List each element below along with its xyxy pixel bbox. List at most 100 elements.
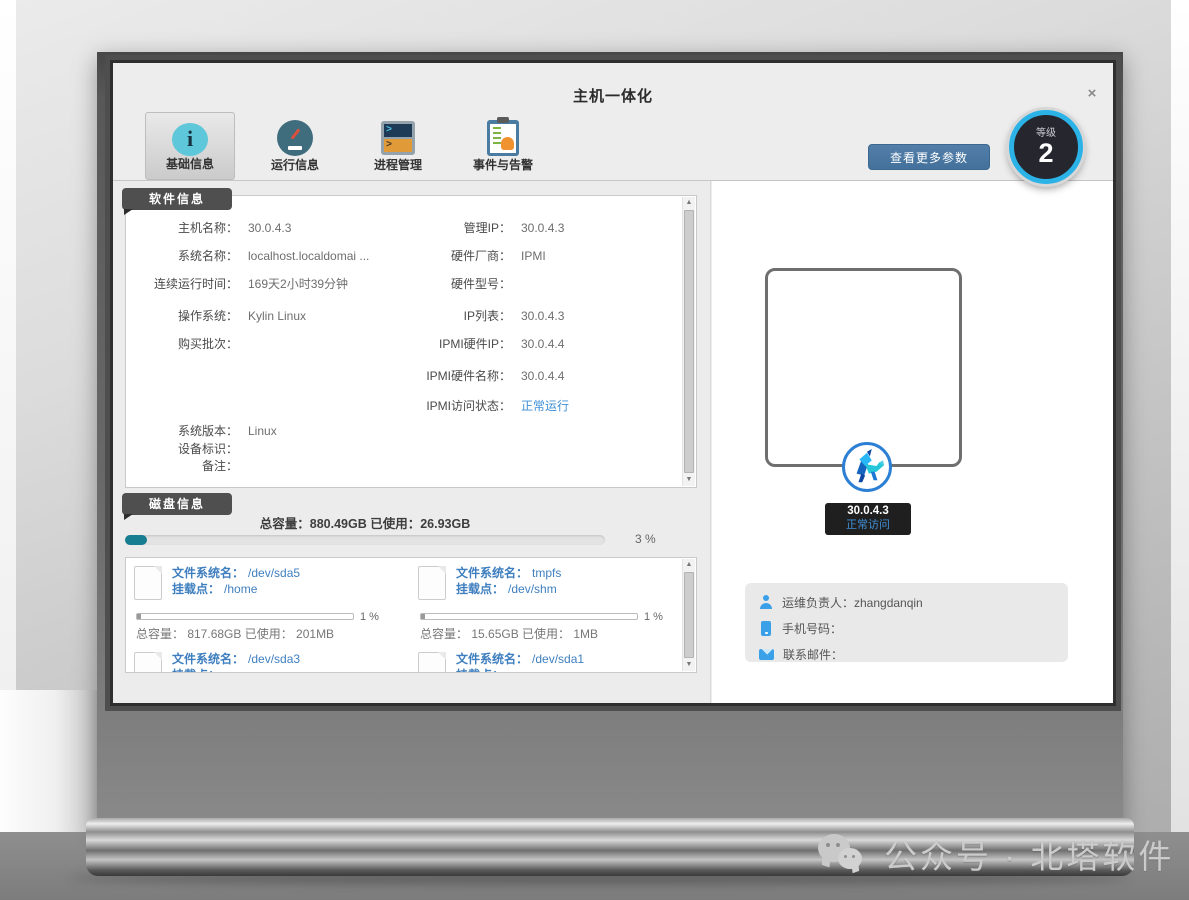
fs-value: tmpfs bbox=[532, 566, 561, 580]
device-ip: 30.0.4.3 bbox=[825, 503, 911, 519]
field-label: 系统名称： bbox=[130, 248, 238, 264]
field-label: 主机名称： bbox=[130, 220, 238, 236]
file-icon bbox=[418, 566, 446, 600]
mail-icon bbox=[759, 649, 774, 660]
tab-label: 事件与告警 bbox=[458, 156, 548, 173]
wall-strip-right bbox=[1171, 0, 1189, 835]
level-badge-label: 等级 bbox=[1036, 128, 1056, 139]
field-row: 系统名称： localhost.localdomai ... bbox=[130, 248, 369, 264]
field-row: 备注： bbox=[130, 458, 248, 474]
gauge-icon bbox=[277, 120, 313, 156]
field-label: 系统版本： bbox=[130, 423, 238, 439]
fs-label: 文件系统名： bbox=[456, 652, 528, 666]
contact-row: 联系邮件： bbox=[759, 644, 1054, 664]
field-label: 设备标识： bbox=[130, 441, 238, 457]
tab-events-alarms[interactable]: 事件与告警 bbox=[458, 112, 548, 180]
field-row: 系统版本： Linux bbox=[130, 423, 277, 439]
field-label: IP列表： bbox=[376, 308, 511, 324]
contact-owner: 运维负责人：zhangdanqin bbox=[782, 594, 923, 611]
file-icon bbox=[418, 652, 446, 673]
wechat-icon bbox=[818, 832, 870, 876]
field-value: IPMI bbox=[521, 249, 546, 263]
disk-item-usage-bar: 1 % bbox=[420, 608, 663, 626]
scroll-down-icon[interactable] bbox=[683, 474, 695, 486]
scrollbar[interactable] bbox=[682, 197, 695, 486]
scrollbar-thumb[interactable] bbox=[684, 210, 694, 473]
field-value: Linux bbox=[248, 424, 277, 438]
field-row: 购买批次： bbox=[130, 336, 248, 352]
field-value: 30.0.4.3 bbox=[248, 221, 291, 235]
alarm-clipboard-icon bbox=[487, 120, 519, 156]
field-label: 操作系统： bbox=[130, 308, 238, 324]
fs-value: /dev/sda1 bbox=[532, 652, 584, 666]
contact-panel: 运维负责人：zhangdanqin 手机号码： 联系邮件： bbox=[745, 583, 1068, 662]
disk-item: 文件系统名：tmpfs 挂载点：/dev/shm 1 % 总容量： 15.65G… bbox=[418, 564, 683, 648]
disk-usage-percent: 3 % bbox=[635, 532, 656, 546]
terminal-icon bbox=[381, 121, 415, 155]
tab-label: 运行信息 bbox=[250, 156, 340, 173]
field-label: IPMI访问状态： bbox=[376, 398, 511, 414]
scrollbar[interactable] bbox=[682, 559, 695, 671]
fs-label: 文件系统名： bbox=[172, 566, 244, 580]
mount-label: 挂载点： bbox=[456, 668, 504, 673]
field-label: 管理IP： bbox=[376, 220, 511, 236]
field-value: Kylin Linux bbox=[248, 309, 306, 323]
field-value: 30.0.4.3 bbox=[521, 309, 564, 323]
scroll-up-icon[interactable] bbox=[683, 197, 695, 209]
device-node-icon[interactable] bbox=[842, 442, 892, 492]
mount-value: /home bbox=[224, 582, 257, 596]
scrollbar-thumb[interactable] bbox=[684, 572, 694, 658]
view-more-params-button[interactable]: 查看更多参数 bbox=[868, 144, 990, 170]
contact-email: 联系邮件： bbox=[783, 646, 843, 663]
fs-label: 文件系统名： bbox=[456, 566, 528, 580]
tab-basic-info[interactable]: 基础信息 bbox=[145, 112, 235, 180]
fs-value: /dev/sda5 bbox=[248, 566, 300, 580]
section-tag-software-info: 软件信息 bbox=[122, 188, 232, 210]
field-row: 设备标识： bbox=[130, 441, 248, 457]
level-badge-value: 2 bbox=[1038, 139, 1053, 167]
tab-runtime-info[interactable]: 运行信息 bbox=[250, 112, 340, 180]
field-value: 30.0.4.4 bbox=[521, 369, 564, 383]
field-value: localhost.localdomai ... bbox=[248, 249, 369, 263]
tab-label: 进程管理 bbox=[353, 156, 443, 173]
contact-phone: 手机号码： bbox=[782, 620, 842, 637]
device-tooltip: 30.0.4.3 正常访问 bbox=[825, 503, 911, 535]
close-button[interactable]: × bbox=[1081, 83, 1103, 105]
tab-label: 基础信息 bbox=[146, 155, 234, 172]
field-label: IPMI硬件名称： bbox=[376, 368, 511, 384]
scroll-down-icon[interactable] bbox=[683, 659, 695, 671]
user-icon bbox=[759, 595, 773, 609]
field-value: 30.0.4.3 bbox=[521, 221, 564, 235]
contact-row: 手机号码： bbox=[759, 618, 1054, 638]
info-icon bbox=[172, 123, 208, 156]
field-row: 硬件厂商：IPMI bbox=[376, 248, 546, 264]
field-row: IPMI硬件名称： 30.0.4.4 bbox=[376, 368, 564, 384]
ipmi-status-link[interactable]: 正常运行 bbox=[521, 399, 569, 413]
field-row: 操作系统： Kylin Linux bbox=[130, 308, 306, 324]
field-row: 硬件型号： bbox=[376, 276, 521, 292]
field-row: 管理IP： 30.0.4.3 bbox=[376, 220, 564, 236]
disk-usage-progressbar bbox=[125, 535, 605, 545]
file-icon bbox=[134, 566, 162, 600]
disk-item: 文件系统名： /dev/sda1 挂载点： bbox=[418, 650, 683, 673]
fs-value: /dev/sda3 bbox=[248, 652, 300, 666]
file-icon bbox=[134, 652, 162, 673]
watermark: 公众号 · 北塔软件 bbox=[818, 830, 1174, 878]
disk-item: 文件系统名：/dev/sda3 挂载点： bbox=[134, 650, 399, 673]
mount-label: 挂载点： bbox=[172, 668, 220, 673]
field-row: 连续运行时间：169天2小时39分钟 bbox=[130, 276, 348, 292]
disk-usage-fill bbox=[125, 535, 147, 545]
scroll-up-icon[interactable] bbox=[683, 559, 695, 571]
disk-summary: 总容量：880.49GB 已使用：26.93GB bbox=[125, 513, 605, 532]
page-title: 主机一体化 bbox=[113, 85, 1113, 106]
field-label: IPMI硬件IP： bbox=[376, 336, 511, 352]
disk-item: 文件系统名：/dev/sda5 挂载点：/home 1 % 总容量： 817.6… bbox=[134, 564, 399, 648]
level-badge: 等级 2 bbox=[1009, 110, 1083, 184]
mount-value: /dev/shm bbox=[508, 582, 557, 596]
software-info-panel: 主机名称： 30.0.4.3 系统名称： localhost.localdomai … bbox=[125, 195, 697, 488]
field-row: IPMI硬件IP：30.0.4.4 bbox=[376, 336, 564, 352]
kiosk-display: 主机一体化 × 基础信息 运行信息 进程管理 bbox=[97, 52, 1123, 830]
device-rack-outline bbox=[765, 268, 962, 467]
disk-item-percent: 1 % bbox=[644, 611, 663, 623]
tab-process-management[interactable]: 进程管理 bbox=[353, 112, 443, 180]
